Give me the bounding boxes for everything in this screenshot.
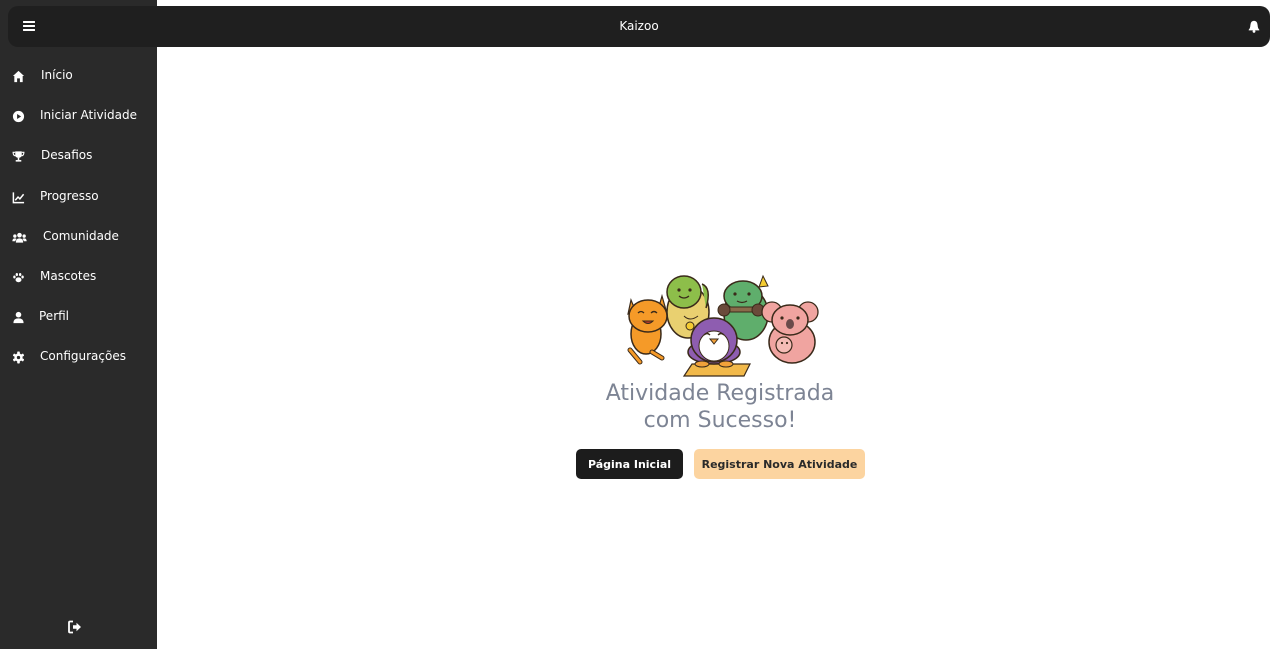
user-icon xyxy=(13,311,24,324)
sidebar-item-mascotes[interactable]: Mascotes xyxy=(0,257,157,297)
sidebar-item-label: Perfil xyxy=(39,309,70,323)
success-message-line1: Atividade Registrada xyxy=(605,381,835,406)
app-title: Kaizoo xyxy=(619,19,659,33)
sidebar-item-iniciar-atividade[interactable]: Iniciar Atividade xyxy=(0,96,157,136)
home-icon xyxy=(12,70,25,83)
users-icon xyxy=(12,232,27,243)
sidebar-item-label: Iniciar Atividade xyxy=(40,108,137,122)
sidebar-item-label: Mascotes xyxy=(40,269,97,283)
sidebar-item-label: Desafios xyxy=(41,148,93,162)
sidebar-item-comunidade[interactable]: Comunidade xyxy=(0,217,157,257)
register-new-activity-button[interactable]: Registrar Nova Atividade xyxy=(694,449,865,479)
logout-icon[interactable] xyxy=(67,619,83,635)
sidebar-item-label: Configurações xyxy=(40,349,126,363)
bell-icon[interactable] xyxy=(1248,20,1260,33)
top-bar: Kaizoo xyxy=(8,6,1270,47)
sidebar-item-configuracoes[interactable]: Configurações xyxy=(0,337,157,377)
sidebar-item-perfil[interactable]: Perfil xyxy=(0,297,157,337)
sidebar-item-label: Comunidade xyxy=(43,229,119,243)
success-message: Atividade Registrada com Sucesso! xyxy=(560,380,880,434)
gear-icon xyxy=(12,351,25,364)
sidebar-item-progresso[interactable]: Progresso xyxy=(0,177,157,217)
sidebar: Início Iniciar Atividade Desafios Progre… xyxy=(0,0,157,649)
sidebar-item-label: Início xyxy=(41,68,73,82)
play-icon xyxy=(12,110,25,123)
home-page-button[interactable]: Página Inicial xyxy=(576,449,683,479)
success-message-line2: com Sucesso! xyxy=(643,408,797,433)
sidebar-item-inicio[interactable]: Início xyxy=(0,56,157,96)
trophy-icon xyxy=(12,151,25,162)
sidebar-item-label: Progresso xyxy=(40,189,99,203)
paw-icon xyxy=(13,272,24,283)
sidebar-item-desafios[interactable]: Desafios xyxy=(0,136,157,176)
mascots-illustration xyxy=(627,274,819,377)
chart-line-icon xyxy=(12,192,25,204)
